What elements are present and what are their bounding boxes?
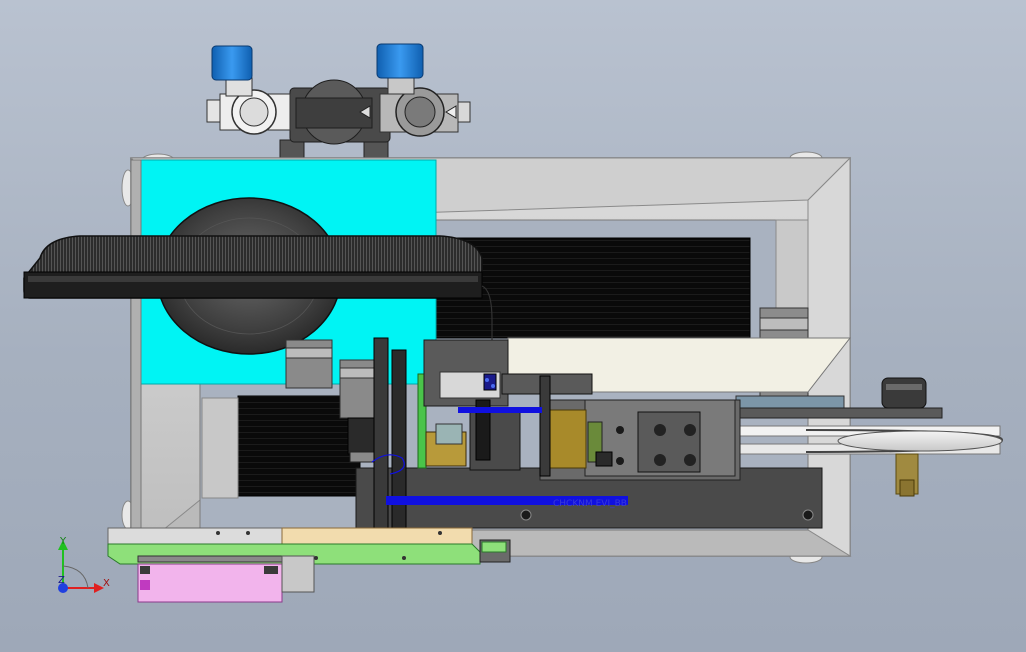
gold-block xyxy=(545,409,587,469)
cad-viewport[interactable]: CHCKNM EVI_BB Y X Z xyxy=(0,0,1026,652)
vertical-rail xyxy=(373,337,389,555)
bottom-plates[interactable] xyxy=(107,527,511,603)
y-axis-label: Y xyxy=(59,536,67,547)
manifold-mount-right xyxy=(363,139,389,160)
pulley-hub-cap xyxy=(881,377,927,409)
assembly-model[interactable]: CHCKNM EVI_BB Y X Z xyxy=(0,0,1026,652)
heatsink-upper xyxy=(435,237,751,339)
pink-block xyxy=(137,563,283,603)
motor-stepper-left xyxy=(285,339,333,389)
valve-left-cap[interactable] xyxy=(211,45,253,81)
x-axis-label: X xyxy=(103,578,110,589)
feature-annotation[interactable]: CHCKNM EVI_BB xyxy=(553,499,627,509)
valve-right-cap[interactable] xyxy=(376,43,424,79)
z-axis-label: Z xyxy=(58,575,65,586)
plate-gray-top xyxy=(107,527,285,545)
manifold-mount-left xyxy=(279,139,305,160)
axis-triad: Y X Z xyxy=(58,536,110,593)
pulley-large xyxy=(837,430,1003,452)
idler-plate xyxy=(721,407,943,419)
selected-edge-short[interactable] xyxy=(458,407,542,413)
valve-manifold[interactable] xyxy=(206,43,471,160)
